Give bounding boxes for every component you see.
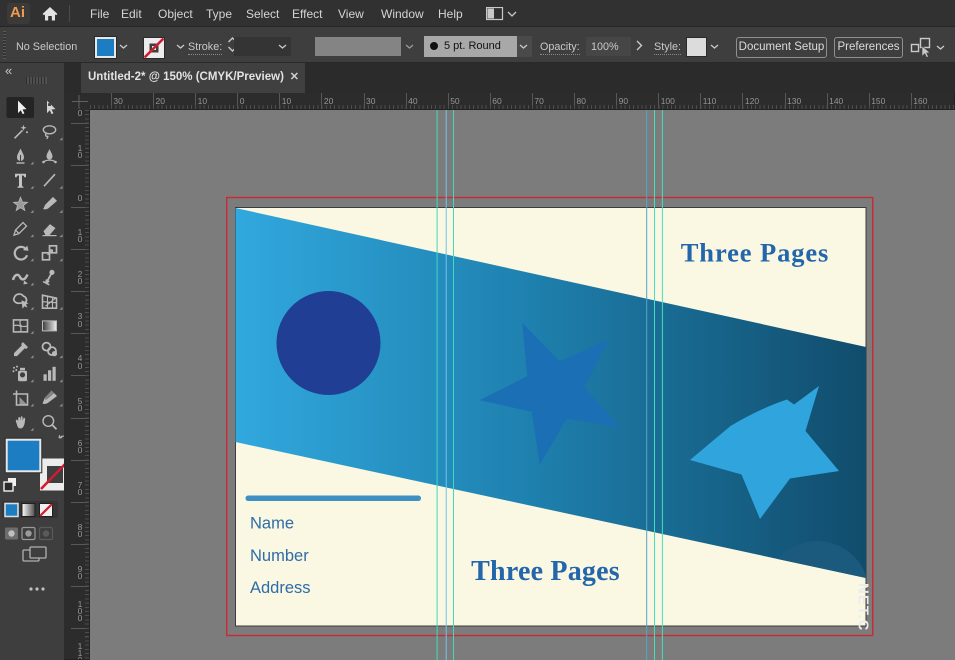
svg-text:Three Pages: Three Pages	[471, 556, 620, 587]
svg-text:Address: Address	[250, 579, 311, 597]
svg-text:Three Pages: Three Pages	[681, 238, 830, 268]
svg-text:NET.C: NET.C	[855, 583, 872, 631]
svg-text:Name: Name	[250, 515, 294, 533]
svg-text:Number: Number	[250, 547, 309, 565]
